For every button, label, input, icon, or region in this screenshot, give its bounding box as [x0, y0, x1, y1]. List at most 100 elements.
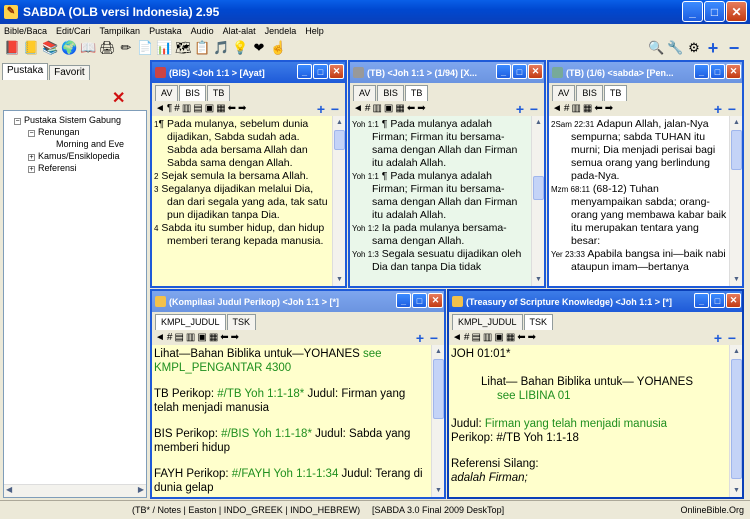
- minimize-button[interactable]: _: [682, 1, 703, 22]
- settings-icon[interactable]: ⚙: [686, 40, 702, 56]
- bulb-icon[interactable]: 💡: [232, 40, 248, 56]
- maximize-button[interactable]: □: [704, 1, 725, 22]
- scroll-down-icon[interactable]: ▼: [432, 484, 444, 497]
- bible-book-icon[interactable]: 📕: [4, 40, 20, 56]
- tab-kmpl-judul[interactable]: KMPL_JUDUL: [155, 314, 226, 330]
- copy-icon[interactable]: ▣: [384, 103, 393, 114]
- arrow-left-icon[interactable]: ◄: [552, 103, 562, 114]
- maximize-button[interactable]: □: [412, 293, 427, 308]
- tab-favorit[interactable]: Favorit: [49, 65, 90, 80]
- window-title-bar[interactable]: (Treasury of Scripture Knowledge) <Joh 1…: [449, 291, 742, 312]
- window-title-bar[interactable]: (TB) (1/6) <sabda> [Pen... _ □ ✕: [549, 62, 742, 83]
- back-icon[interactable]: ⬅: [228, 103, 236, 114]
- back-icon[interactable]: ⬅: [517, 332, 525, 343]
- minimize-button[interactable]: _: [694, 64, 709, 79]
- tab-tb[interactable]: TB: [404, 85, 429, 101]
- print-icon[interactable]: ▦: [583, 103, 592, 114]
- scroll-left-icon[interactable]: ◀: [6, 485, 12, 494]
- hash-icon[interactable]: #: [174, 103, 180, 114]
- print-icon[interactable]: ▦: [209, 332, 218, 343]
- scroll-thumb[interactable]: [731, 359, 742, 479]
- window-title-bar[interactable]: (TB) <Joh 1:1 > (1/94) [X... _ □ ✕: [350, 62, 544, 83]
- document-icon[interactable]: ▤: [174, 332, 183, 343]
- hash-icon[interactable]: #: [365, 103, 371, 114]
- back-icon[interactable]: ⬅: [594, 103, 602, 114]
- scroll-thumb[interactable]: [731, 130, 742, 170]
- menu-view[interactable]: Tampilkan: [100, 26, 141, 36]
- tab-bis[interactable]: BIS: [576, 85, 603, 101]
- minimize-button[interactable]: _: [396, 293, 411, 308]
- scroll-right-icon[interactable]: ▶: [138, 485, 144, 494]
- scroll-down-icon[interactable]: ▼: [333, 273, 345, 286]
- tab-kmpl-judul[interactable]: KMPL_JUDUL: [452, 314, 523, 330]
- tsk-window[interactable]: (Treasury of Scripture Knowledge) <Joh 1…: [447, 289, 744, 499]
- scroll-up-icon[interactable]: ▲: [532, 116, 544, 129]
- remove-icon[interactable]: −: [430, 330, 438, 346]
- remove-icon[interactable]: −: [331, 101, 339, 117]
- tree-kamus[interactable]: + Kamus/Ensiklopedia: [4, 150, 146, 162]
- scroll-down-icon[interactable]: ▼: [730, 484, 742, 497]
- add-icon[interactable]: +: [416, 330, 424, 346]
- tab-pustaka[interactable]: Pustaka: [2, 63, 49, 80]
- close-button[interactable]: ✕: [528, 64, 543, 79]
- scroll-up-icon[interactable]: ▲: [730, 116, 742, 129]
- add-icon[interactable]: +: [516, 101, 524, 117]
- tab-av[interactable]: AV: [552, 85, 576, 101]
- add-window-icon[interactable]: +: [705, 39, 721, 57]
- close-button[interactable]: ✕: [726, 1, 747, 22]
- audio-icon[interactable]: 🎵: [213, 40, 229, 56]
- heart-icon[interactable]: ❤: [251, 40, 267, 56]
- add-icon[interactable]: +: [317, 101, 325, 117]
- tab-bis[interactable]: BIS: [179, 85, 206, 101]
- search-icon[interactable]: 🔍: [648, 40, 664, 56]
- forward-icon[interactable]: ➡: [238, 103, 246, 114]
- menu-bible[interactable]: Bible/Baca: [4, 26, 47, 36]
- print-icon[interactable]: ▦: [506, 332, 515, 343]
- scroll-down-icon[interactable]: ▼: [532, 273, 544, 286]
- book-icon[interactable]: ▥: [483, 332, 492, 343]
- map-icon[interactable]: 🗺: [175, 40, 192, 56]
- tree-morning-evening[interactable]: Morning and Eve: [4, 138, 146, 150]
- tsk-see-link[interactable]: see LIBINA 01: [451, 389, 727, 403]
- tab-tsk[interactable]: TSK: [523, 314, 554, 330]
- forward-icon[interactable]: ➡: [231, 332, 239, 343]
- tree-renungan[interactable]: − Renungan: [4, 126, 146, 138]
- scroll-thumb[interactable]: [433, 359, 444, 419]
- tab-av[interactable]: AV: [353, 85, 377, 101]
- library-icon[interactable]: 📚: [42, 40, 58, 56]
- remove-icon[interactable]: −: [728, 101, 736, 117]
- tree-referensi[interactable]: + Referensi: [4, 162, 146, 174]
- compilation-window[interactable]: (Kompilasi Judul Perikop) <Joh 1:1 > [*]…: [150, 289, 446, 499]
- hash-icon[interactable]: #: [564, 103, 570, 114]
- book-icon[interactable]: ▥: [186, 332, 195, 343]
- scroll-thumb[interactable]: [334, 130, 345, 150]
- document-icon[interactable]: ▤: [471, 332, 480, 343]
- document-icon[interactable]: 📄: [137, 40, 153, 56]
- bible-window-search[interactable]: (TB) (1/6) <sabda> [Pen... _ □ ✕ AV BIS …: [547, 60, 744, 288]
- expand-icon[interactable]: +: [28, 166, 35, 173]
- window-title-bar[interactable]: (BIS) <Joh 1:1 > [Ayat] _ □ ✕: [152, 62, 345, 83]
- arrow-left-icon[interactable]: ◄: [155, 332, 165, 343]
- collapse-icon[interactable]: −: [14, 118, 21, 125]
- minimize-button[interactable]: _: [694, 293, 709, 308]
- arrow-left-icon[interactable]: ◄: [353, 103, 363, 114]
- maximize-button[interactable]: □: [710, 64, 725, 79]
- tab-bis[interactable]: BIS: [377, 85, 404, 101]
- tools-icon[interactable]: 🔧: [667, 40, 683, 56]
- open-book-icon[interactable]: 📖: [80, 40, 96, 56]
- vertical-scrollbar[interactable]: ▲ ▼: [729, 116, 742, 286]
- globe-icon[interactable]: 🌍: [61, 40, 77, 56]
- paragraph-icon[interactable]: ¶: [167, 103, 172, 114]
- bible-window-bis[interactable]: (BIS) <Joh 1:1 > [Ayat] _ □ ✕ AV BIS TB …: [150, 60, 347, 288]
- book-icon[interactable]: ▤: [193, 103, 202, 114]
- vertical-scrollbar[interactable]: ▲ ▼: [431, 345, 444, 497]
- scroll-up-icon[interactable]: ▲: [730, 345, 742, 358]
- vertical-scrollbar[interactable]: ▲ ▼: [729, 345, 742, 497]
- close-button[interactable]: ✕: [726, 293, 741, 308]
- hash-icon[interactable]: #: [167, 332, 173, 343]
- books-icon[interactable]: ▥: [182, 103, 191, 114]
- print-icon[interactable]: 🖨: [99, 40, 116, 56]
- back-icon[interactable]: ⬅: [407, 103, 415, 114]
- maximize-button[interactable]: □: [710, 293, 725, 308]
- add-icon[interactable]: +: [714, 330, 722, 346]
